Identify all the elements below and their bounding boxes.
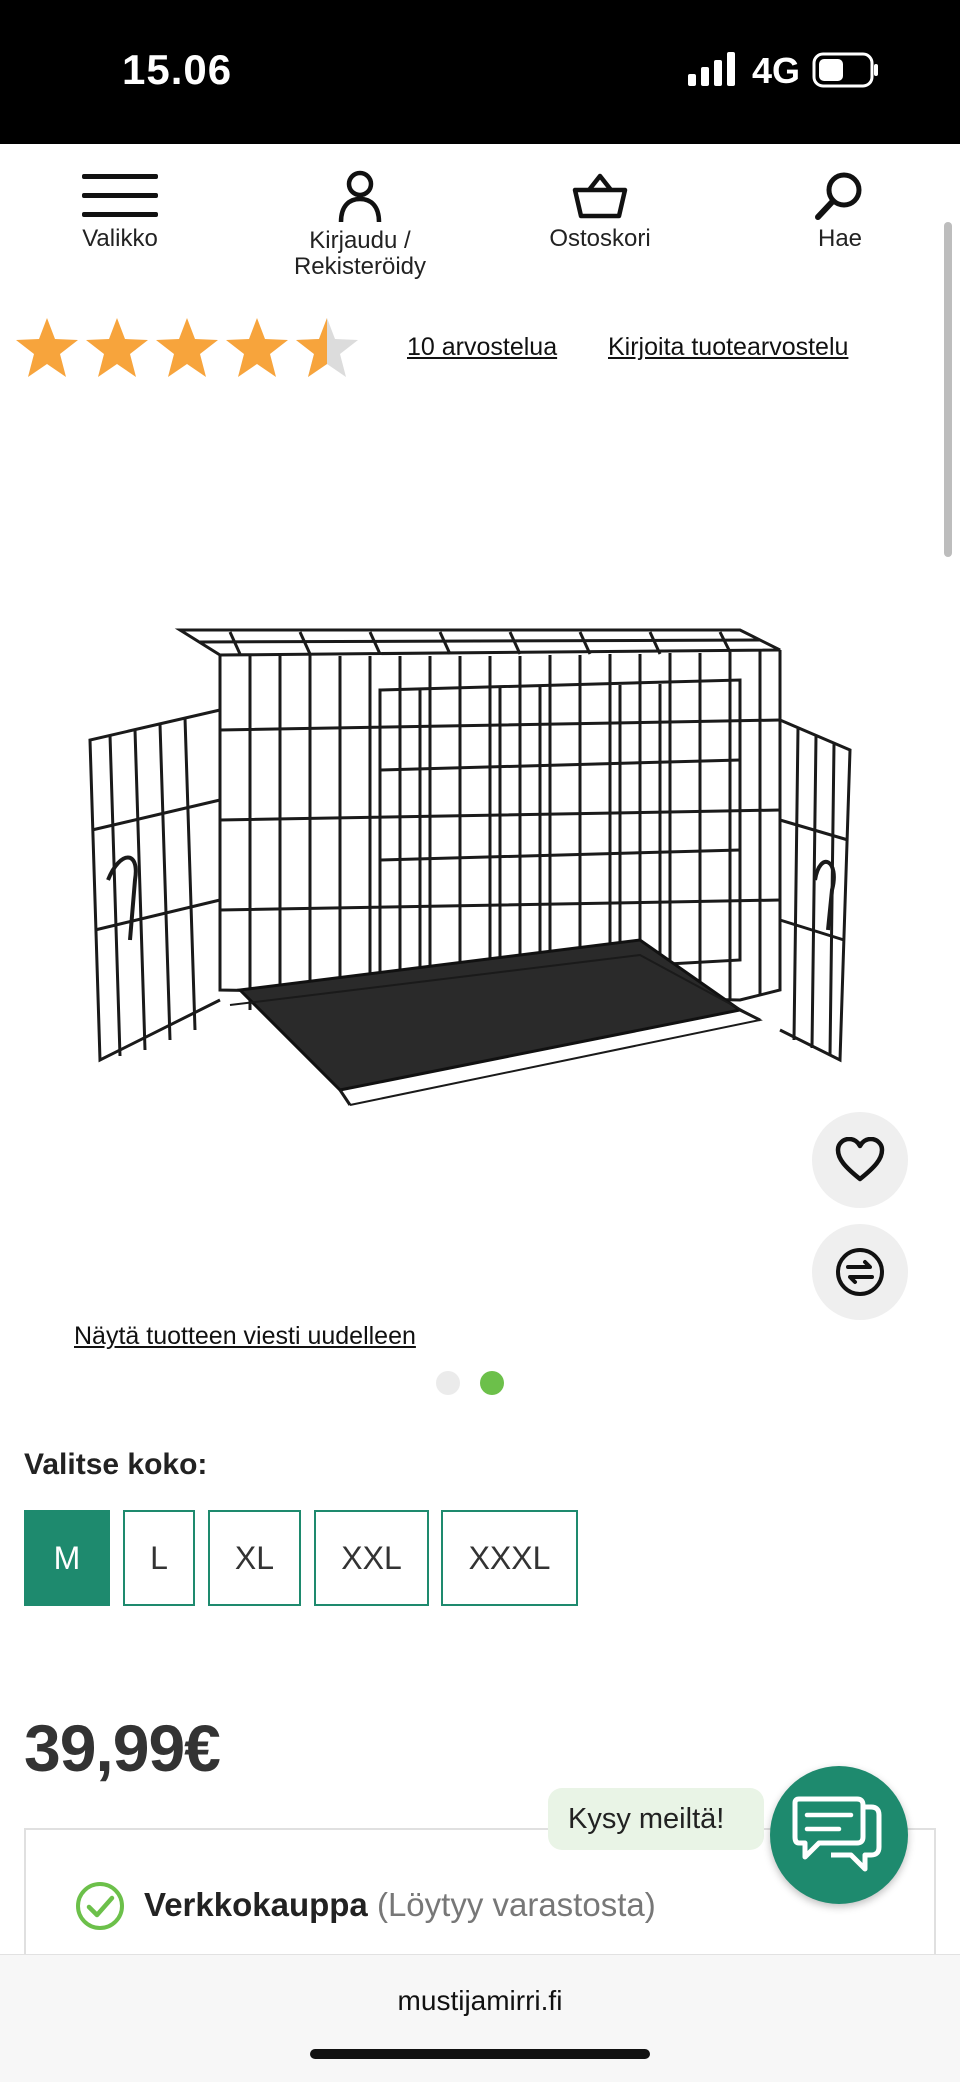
size-option-m[interactable]: M: [24, 1510, 110, 1606]
search-label: Hae: [817, 225, 863, 252]
reviews-link[interactable]: 10 arvostelua: [407, 333, 557, 362]
compare-icon: [836, 1248, 884, 1296]
heart-icon: [835, 1137, 885, 1182]
stock-channel: Verkkokauppa: [144, 1886, 368, 1923]
menu-button[interactable]: Valikko: [76, 170, 164, 252]
write-review-link[interactable]: Kirjoita tuotearvostelu: [608, 333, 848, 362]
size-label: Valitse koko:: [24, 1448, 208, 1481]
size-option-xxxl[interactable]: XXXL: [441, 1510, 578, 1606]
wishlist-button[interactable]: [812, 1112, 908, 1208]
user-icon: [338, 170, 382, 223]
star-icon: [156, 318, 218, 377]
cart-label: Ostoskori: [549, 225, 651, 252]
check-circle-icon: [74, 1880, 126, 1937]
compare-button[interactable]: [812, 1224, 908, 1320]
cart-button[interactable]: Ostoskori: [540, 170, 660, 252]
signal-icon: [688, 52, 738, 91]
home-indicator[interactable]: [310, 2049, 650, 2059]
chat-icon: [792, 1796, 882, 1872]
login-label-line1: Kirjaudu /: [309, 227, 411, 254]
carousel-dot-2-active[interactable]: [480, 1371, 504, 1395]
battery-icon: [812, 52, 880, 93]
login-label-line2: Rekisteröidy: [293, 253, 427, 280]
basket-icon: [572, 173, 628, 219]
network-type: 4G: [752, 50, 801, 91]
size-option-l[interactable]: L: [123, 1510, 195, 1606]
browser-url[interactable]: mustijamirri.fi: [0, 1985, 960, 2017]
hamburger-icon: [82, 174, 158, 217]
stock-status: (Löytyy varastosta): [376, 1886, 656, 1923]
status-time: 15.06: [122, 46, 233, 93]
product-image[interactable]: [80, 610, 860, 1145]
rating-stars: [14, 316, 358, 387]
star-icon: [16, 318, 78, 377]
size-option-xl[interactable]: XL: [208, 1510, 301, 1606]
product-price: 39,99€: [24, 1711, 221, 1785]
half-star-icon: [296, 318, 358, 377]
carousel-dot-1[interactable]: [436, 1371, 460, 1395]
browser-url-bar[interactable]: [0, 1954, 960, 2082]
menu-label: Valikko: [82, 225, 158, 252]
availability-text: Verkkokauppa (Löytyy varastosta): [144, 1886, 656, 1924]
login-button[interactable]: Kirjaudu / Rekisteröidy: [280, 170, 440, 280]
chat-button[interactable]: [770, 1766, 908, 1904]
show-product-message-link[interactable]: Näytä tuotteen viesti uudelleen: [74, 1322, 416, 1351]
star-icon: [86, 318, 148, 377]
size-option-xxl[interactable]: XXL: [314, 1510, 429, 1606]
chat-prompt[interactable]: Kysy meiltä!: [548, 1788, 765, 1850]
search-icon: [815, 172, 862, 220]
star-icon: [226, 318, 288, 377]
scrollbar[interactable]: [944, 222, 952, 557]
search-button[interactable]: Hae: [800, 170, 880, 252]
